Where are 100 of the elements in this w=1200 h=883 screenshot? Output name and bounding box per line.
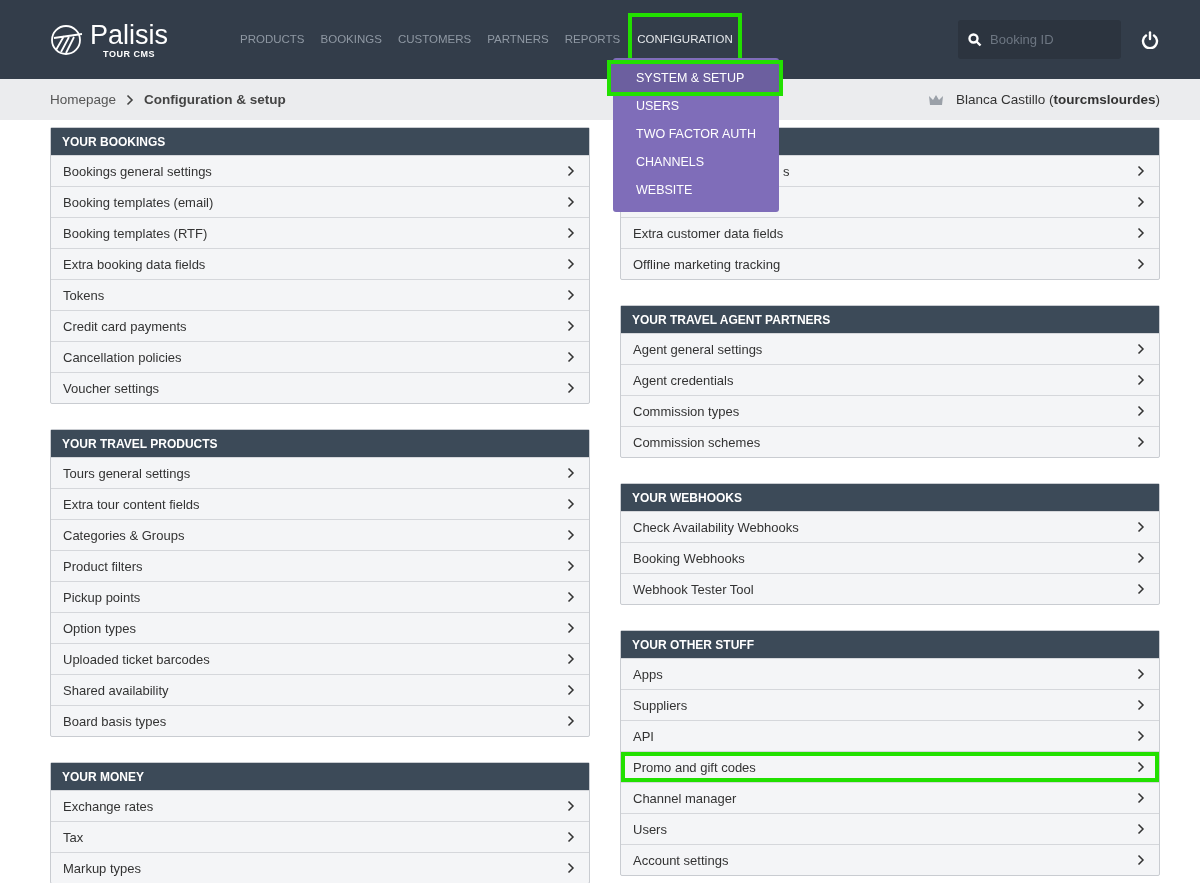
chevron-icon: [1137, 165, 1145, 177]
crown-icon: [927, 93, 944, 106]
nav-item[interactable]: REPORTS: [556, 13, 629, 66]
chevron-icon: [567, 831, 575, 843]
settings-row[interactable]: Tax: [51, 821, 589, 852]
chevron-icon: [567, 800, 575, 812]
settings-row[interactable]: Voucher settings: [51, 372, 589, 403]
chevron-icon: [1137, 258, 1145, 270]
chevron-icon: [1137, 854, 1145, 866]
nav-item[interactable]: CONFIGURATION: [628, 13, 742, 66]
chevron-icon: [126, 93, 135, 106]
chevron-icon: [567, 227, 575, 239]
settings-row[interactable]: Webhook Tester Tool: [621, 573, 1159, 604]
chevron-icon: [1137, 521, 1145, 533]
settings-row[interactable]: Agent general settings: [621, 333, 1159, 364]
settings-row[interactable]: Offline marketing tracking: [621, 248, 1159, 279]
search-icon: [968, 32, 982, 47]
settings-row[interactable]: Option types: [51, 612, 589, 643]
chevron-icon: [567, 715, 575, 727]
menu-item[interactable]: CHANNELS: [613, 148, 779, 176]
breadcrumb-current: Configuration & setup: [144, 92, 286, 107]
settings-row[interactable]: Booking Webhooks: [621, 542, 1159, 573]
settings-row[interactable]: Commission types: [621, 395, 1159, 426]
chevron-icon: [1137, 436, 1145, 448]
chevron-icon: [1137, 823, 1145, 835]
panel-title: YOUR OTHER STUFF: [632, 637, 754, 652]
search-field[interactable]: Booking ID: [958, 20, 1121, 59]
panel-title: YOUR TRAVEL PRODUCTS: [62, 436, 218, 451]
settings-row[interactable]: Tours general settings: [51, 457, 589, 488]
nav-item[interactable]: PRODUCTS: [232, 13, 313, 66]
nav-item[interactable]: PARTNERS: [479, 13, 557, 66]
chevron-icon: [567, 653, 575, 665]
logo-name: Palisis: [90, 20, 169, 49]
chevron-icon: [567, 165, 575, 177]
settings-row[interactable]: Shared availability: [51, 674, 589, 705]
chevron-icon: [567, 467, 575, 479]
settings-row[interactable]: Suppliers: [621, 689, 1159, 720]
chevron-icon: [1137, 552, 1145, 564]
chevron-icon: [1137, 761, 1145, 773]
chevron-icon: [567, 684, 575, 696]
chevron-icon: [1137, 374, 1145, 386]
settings-row-text[interactable]: s: [783, 163, 790, 179]
chevron-icon: [567, 382, 575, 394]
menu-item[interactable]: USERS: [613, 92, 779, 120]
chevron-icon: [567, 196, 575, 208]
settings-row[interactable]: Booking templates (RTF): [51, 217, 589, 248]
settings-row[interactable]: Credit card payments: [51, 310, 589, 341]
chevron-icon: [567, 289, 575, 301]
panel-title: YOUR MONEY: [62, 769, 144, 784]
settings-row[interactable]: Cancellation policies: [51, 341, 589, 372]
chevron-icon: [1137, 792, 1145, 804]
settings-row[interactable]: Uploaded ticket barcodes: [51, 643, 589, 674]
settings-row[interactable]: Extra customer data fields: [621, 217, 1159, 248]
chevron-icon: [567, 351, 575, 363]
settings-row[interactable]: Agent credentials: [621, 364, 1159, 395]
panel-title: YOUR WEBHOOKS: [632, 490, 742, 505]
settings-row[interactable]: Tokens: [51, 279, 589, 310]
nav-item[interactable]: BOOKINGS: [312, 13, 390, 66]
chevron-icon: [1137, 583, 1145, 595]
chevron-icon: [1137, 668, 1145, 680]
settings-row[interactable]: Account settings: [621, 844, 1159, 875]
settings-row[interactable]: Product filters: [51, 550, 589, 581]
chevron-icon: [567, 862, 575, 874]
settings-row[interactable]: Check Availability Webhooks: [621, 511, 1159, 542]
settings-row[interactable]: Exchange rates: [51, 790, 589, 821]
menu-item[interactable]: WEBSITE: [613, 176, 779, 204]
user-name: Blanca Castillo (tourcmslourdes): [955, 92, 1160, 107]
chevron-icon: [567, 622, 575, 634]
settings-row[interactable]: Channel manager: [621, 782, 1159, 813]
chevron-icon: [1137, 699, 1145, 711]
panel-title: YOUR BOOKINGS: [62, 134, 166, 149]
settings-row[interactable]: Markup types: [51, 852, 589, 883]
settings-row[interactable]: Apps: [621, 658, 1159, 689]
settings-row[interactable]: Pickup points: [51, 581, 589, 612]
chevron-icon: [567, 529, 575, 541]
settings-row[interactable]: Booking templates (email): [51, 186, 589, 217]
settings-row[interactable]: Categories & Groups: [51, 519, 589, 550]
chevron-icon: [567, 498, 575, 510]
settings-row[interactable]: Commission schemes: [621, 426, 1159, 457]
chevron-icon: [1137, 343, 1145, 355]
chevron-icon: [1137, 405, 1145, 417]
settings-row[interactable]: Promo and gift codes: [621, 751, 1159, 782]
power-icon[interactable]: [1141, 30, 1159, 49]
nav-item[interactable]: CUSTOMERS: [389, 13, 480, 66]
settings-row[interactable]: Users: [621, 813, 1159, 844]
chevron-icon: [567, 320, 575, 332]
breadcrumb-link[interactable]: Homepage: [50, 92, 117, 107]
menu-item[interactable]: TWO FACTOR AUTH: [613, 120, 779, 148]
settings-row[interactable]: Extra tour content fields: [51, 488, 589, 519]
chevron-icon: [1137, 196, 1145, 208]
settings-row[interactable]: Board basis types: [51, 705, 589, 736]
settings-row[interactable]: Bookings general settings: [51, 155, 589, 186]
chevron-icon: [567, 560, 575, 572]
settings-row[interactable]: API: [621, 720, 1159, 751]
chevron-icon: [567, 258, 575, 270]
chevron-icon: [1137, 730, 1145, 742]
panel-title: YOUR TRAVEL AGENT PARTNERS: [632, 312, 831, 327]
chevron-icon: [1137, 227, 1145, 239]
search-input[interactable]: Booking ID: [990, 32, 1110, 47]
settings-row[interactable]: Extra booking data fields: [51, 248, 589, 279]
